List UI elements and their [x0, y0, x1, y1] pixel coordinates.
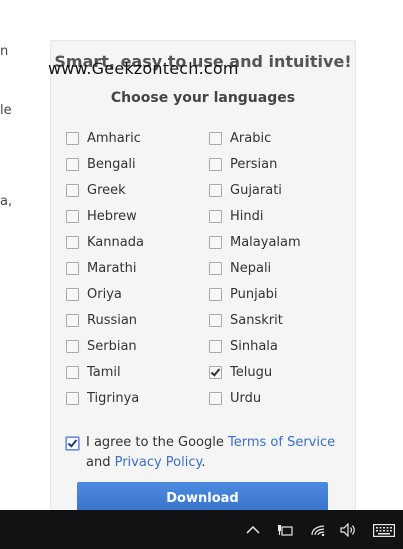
language-option[interactable]: Punjabi — [209, 285, 278, 303]
section-title: Choose your languages — [110, 90, 296, 106]
language-option[interactable]: Kannada — [66, 233, 144, 251]
language-option[interactable]: Bengali — [66, 155, 136, 173]
language-checkbox[interactable] — [209, 339, 222, 353]
language-label: Tamil — [87, 364, 121, 380]
language-option[interactable]: Sinhala — [209, 337, 278, 355]
agree-checkbox[interactable] — [66, 437, 79, 450]
language-option[interactable]: Amharic — [66, 129, 141, 147]
watermark-text: www.Geekzontech.com — [48, 59, 239, 78]
language-label: Telugu — [230, 364, 273, 380]
language-checkbox[interactable] — [209, 287, 222, 301]
language-checkbox[interactable] — [66, 365, 79, 379]
language-option[interactable]: Nepali — [209, 259, 271, 277]
language-label: Persian — [230, 156, 278, 172]
language-checkbox[interactable] — [66, 261, 79, 275]
language-checkbox[interactable] — [209, 365, 222, 379]
language-option[interactable]: Gujarati — [209, 181, 282, 199]
language-label: Serbian — [87, 338, 137, 354]
language-checkbox[interactable] — [66, 209, 79, 223]
language-card: Smart, easy to use and intuitive! Choose… — [50, 40, 356, 522]
language-checkbox[interactable] — [66, 235, 79, 249]
background-text-fragment: a, — [0, 194, 13, 209]
wifi-icon[interactable] — [309, 520, 327, 540]
volume-icon[interactable] — [340, 520, 358, 540]
language-checkbox[interactable] — [209, 131, 222, 145]
language-checkbox[interactable] — [66, 287, 79, 301]
language-label: Tigrinya — [87, 390, 140, 406]
language-option[interactable]: Hindi — [209, 207, 264, 225]
language-option[interactable]: Persian — [209, 155, 277, 173]
language-checkbox[interactable] — [66, 339, 79, 353]
language-option[interactable]: Greek — [66, 181, 126, 199]
language-checkbox[interactable] — [66, 183, 79, 197]
taskbar — [0, 510, 403, 549]
language-option[interactable]: Hebrew — [66, 207, 137, 225]
language-label: Oriya — [87, 286, 122, 302]
language-label: Malayalam — [230, 234, 301, 250]
language-option[interactable]: Serbian — [66, 337, 137, 355]
language-label: Russian — [87, 312, 138, 328]
language-checkbox[interactable] — [66, 157, 79, 171]
language-checkbox[interactable] — [209, 157, 222, 171]
language-label: Gujarati — [230, 182, 282, 198]
language-checkbox[interactable] — [66, 391, 79, 405]
agreement-row: I agree to the Google Terms of Service a… — [66, 433, 351, 473]
chevron-up-icon[interactable] — [245, 520, 261, 540]
language-checkbox[interactable] — [209, 261, 222, 275]
language-option[interactable]: Sanskrit — [209, 311, 283, 329]
language-label: Urdu — [230, 390, 262, 406]
language-label: Hindi — [230, 208, 264, 224]
language-option[interactable]: Arabic — [209, 129, 271, 147]
agreement-suffix: . — [201, 455, 206, 470]
language-checkbox[interactable] — [66, 313, 79, 327]
power-icon[interactable] — [276, 520, 294, 540]
language-label: Kannada — [87, 234, 144, 250]
language-label: Sanskrit — [230, 312, 283, 328]
agreement-middle: and — [86, 455, 115, 470]
language-checkbox[interactable] — [209, 209, 222, 223]
language-label: Punjabi — [230, 286, 278, 302]
language-option[interactable]: Malayalam — [209, 233, 301, 251]
background-page-text: n le a, — [0, 0, 20, 510]
language-checkbox[interactable] — [209, 183, 222, 197]
language-option[interactable]: Tigrinya — [66, 389, 139, 407]
language-option[interactable]: Marathi — [66, 259, 136, 277]
language-label: Hebrew — [87, 208, 137, 224]
language-option[interactable]: Telugu — [209, 363, 272, 381]
language-label: Greek — [87, 182, 126, 198]
language-option[interactable]: Tamil — [66, 363, 121, 381]
terms-of-service-link[interactable]: Terms of Service — [228, 435, 335, 450]
language-label: Arabic — [230, 130, 272, 146]
background-text-fragment: le — [0, 103, 12, 118]
language-option[interactable]: Urdu — [209, 389, 261, 407]
language-option[interactable]: Oriya — [66, 285, 122, 303]
language-label: Sinhala — [230, 338, 278, 354]
language-label: Marathi — [87, 260, 137, 276]
language-checkbox[interactable] — [209, 391, 222, 405]
agreement-text: I agree to the Google Terms of Service a… — [66, 433, 351, 473]
language-checkbox[interactable] — [209, 235, 222, 249]
language-label: Bengali — [87, 156, 136, 172]
language-checkbox[interactable] — [66, 131, 79, 145]
privacy-policy-link[interactable]: Privacy Policy — [115, 455, 202, 470]
language-option[interactable]: Russian — [66, 311, 137, 329]
language-label: Nepali — [230, 260, 272, 276]
language-label: Amharic — [87, 130, 141, 146]
language-checkbox[interactable] — [209, 313, 222, 327]
background-text-fragment: n — [0, 44, 9, 59]
agreement-prefix: I agree to the Google — [86, 435, 228, 450]
keyboard-icon[interactable] — [372, 520, 396, 540]
